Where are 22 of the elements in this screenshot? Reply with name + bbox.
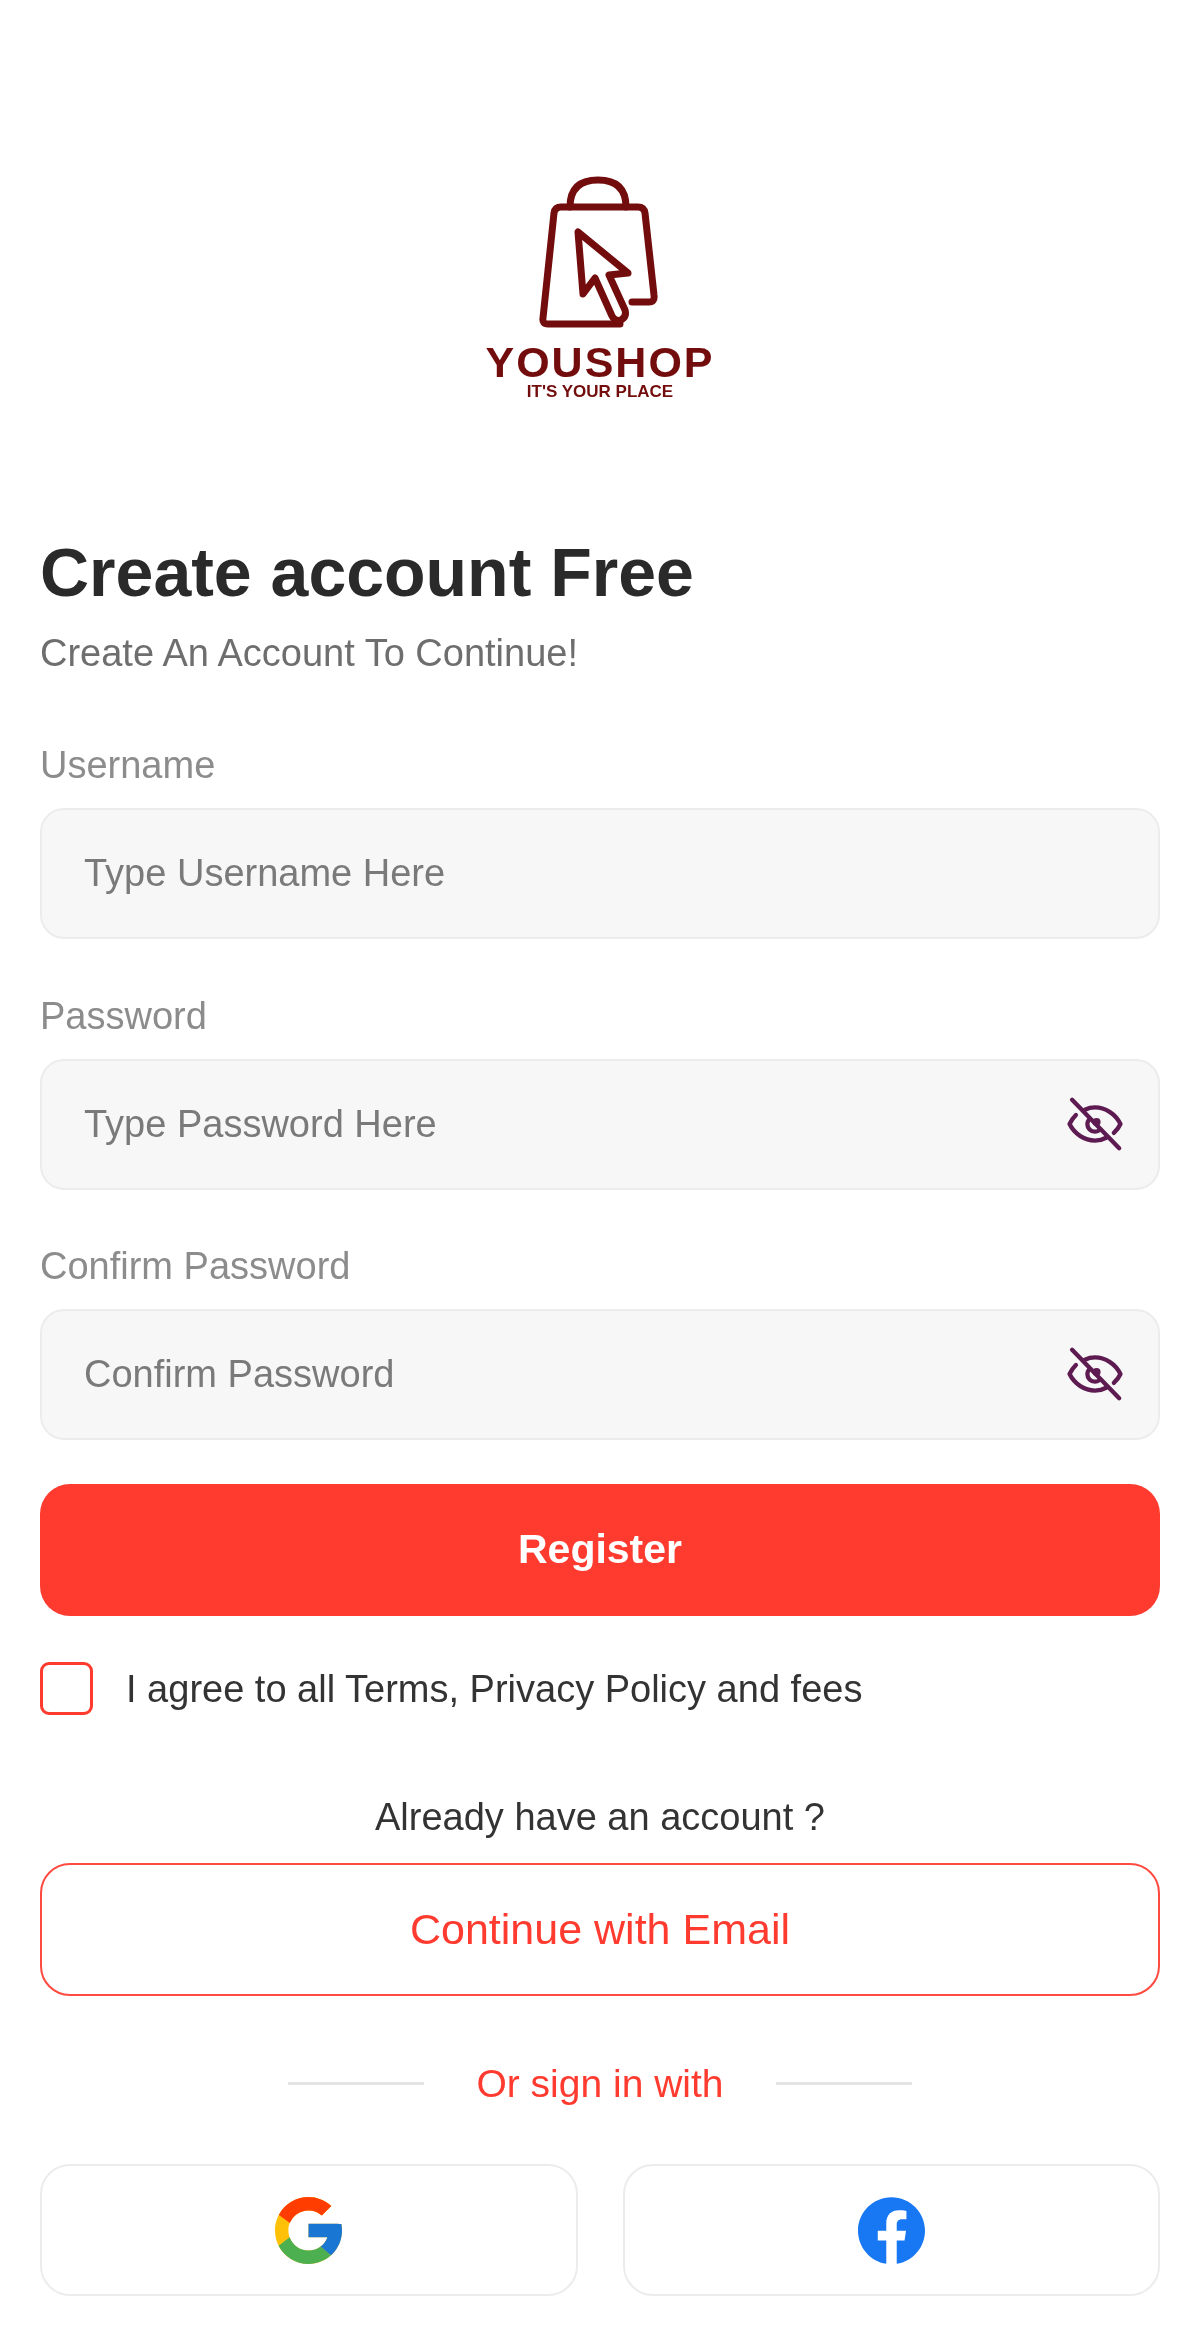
field-label: Password xyxy=(40,997,207,1035)
eye-slash-icon[interactable] xyxy=(1067,1346,1123,1402)
input-field[interactable]: Confirm Password xyxy=(40,1309,1160,1440)
eye-slash-icon[interactable] xyxy=(1067,1096,1123,1152)
brand-tagline: IT'S YOUR PLACE xyxy=(526,383,674,400)
input-field[interactable]: Type Password Here xyxy=(40,1059,1160,1190)
continue-with-email-button[interactable]: Continue with Email xyxy=(40,1863,1160,1996)
brand-name: YOUSHOP xyxy=(485,341,715,383)
terms-checkbox[interactable] xyxy=(40,1662,93,1715)
google-icon xyxy=(275,2196,343,2264)
google-sign-in-button[interactable] xyxy=(40,2164,578,2296)
input-field[interactable]: Type Username Here xyxy=(40,808,1160,939)
page-heading: Create account Free xyxy=(40,538,694,606)
facebook-icon xyxy=(857,2196,925,2264)
login-prompt: Already have an account ? xyxy=(375,1798,825,1836)
field-label: Username xyxy=(40,746,216,784)
facebook-sign-in-button[interactable] xyxy=(622,2164,1160,2296)
terms-label: I agree to all Terms, Privacy Policy and fees xyxy=(126,1669,863,1708)
field-label: Confirm Password xyxy=(40,1247,351,1285)
page-subtitle: Create An Account To Continue! xyxy=(40,634,578,672)
register-button[interactable]: Register xyxy=(40,1484,1160,1616)
divider-label: Or sign in with xyxy=(476,2064,724,2103)
